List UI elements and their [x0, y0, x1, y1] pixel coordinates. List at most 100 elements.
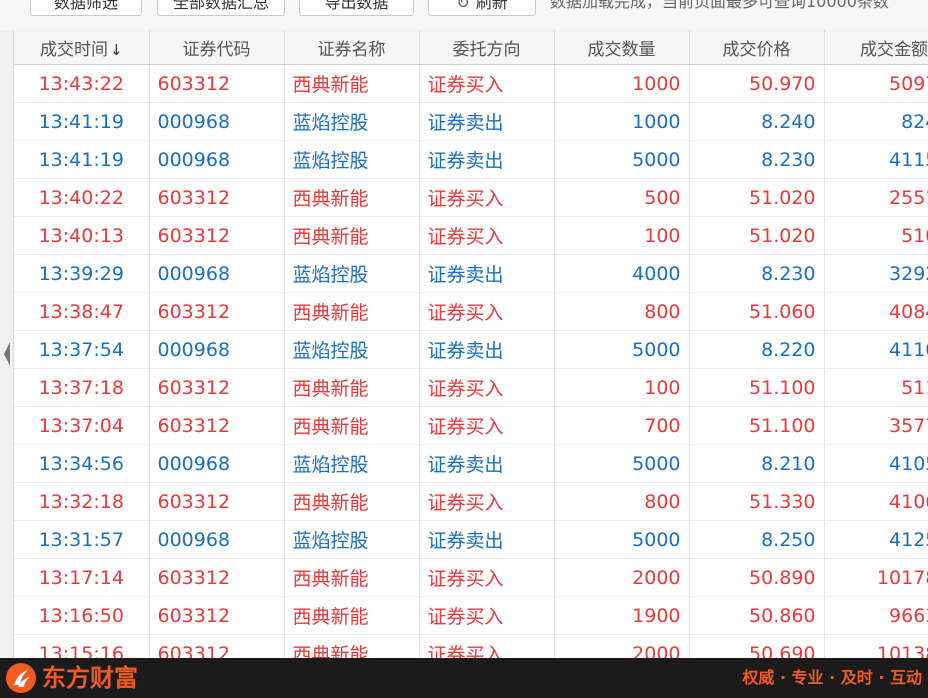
trade-time-cell: 13:17:14: [14, 558, 150, 597]
trade-amount-cell: 41050.: [824, 444, 928, 483]
trade-time-cell: 13:38:47: [14, 292, 150, 331]
security-name-cell: 西典新能: [284, 64, 420, 103]
table-row[interactable]: 13:15:16603312西典新能证券买入200050.690101380.: [14, 634, 928, 658]
table-row[interactable]: 13:37:54000968蓝焰控股证券卖出50008.22041100.: [14, 330, 928, 369]
security-code-cell: 603312: [149, 178, 285, 217]
trade-price-cell: 51.330: [689, 482, 825, 521]
toolbar: 数据筛选 全部数据汇总 导出数据 ↻ 刷新 数据加载完成，当前页面最多可查询100…: [0, 0, 928, 30]
security-name-cell: 西典新能: [284, 634, 420, 658]
trade-price-cell: 51.020: [689, 216, 825, 255]
trade-quantity-cell: 5000: [554, 444, 690, 483]
trade-time-cell: 13:41:19: [14, 140, 150, 179]
col-header-code[interactable]: 证券代码: [149, 30, 285, 65]
security-code-cell: 603312: [149, 216, 285, 255]
security-name-cell: 西典新能: [284, 292, 420, 331]
table-row[interactable]: 13:37:04603312西典新能证券买入70051.10035770.: [14, 406, 928, 445]
security-code-cell: 603312: [149, 596, 285, 635]
security-code-cell: 603312: [149, 558, 285, 597]
brand-name: 东方财富: [42, 664, 138, 692]
security-name-cell: 西典新能: [284, 406, 420, 445]
trade-time-cell: 13:40:13: [14, 216, 150, 255]
trade-quantity-cell: 2000: [554, 634, 690, 658]
trade-quantity-cell: 5000: [554, 140, 690, 179]
trade-time-cell: 13:34:56: [14, 444, 150, 483]
table-row[interactable]: 13:17:14603312西典新能证券买入200050.890101780.: [14, 558, 928, 597]
col-header-time[interactable]: 成交时间 ↓: [14, 30, 150, 65]
trade-price-cell: 8.220: [689, 330, 825, 369]
trade-amount-cell: 40848.: [824, 292, 928, 331]
table-row[interactable]: 13:37:18603312西典新能证券买入10051.1005110.: [14, 368, 928, 407]
order-direction-cell: 证券买入: [419, 596, 555, 635]
table-row[interactable]: 13:41:19000968蓝焰控股证券卖出10008.2408240.: [14, 102, 928, 141]
security-name-cell: 蓝焰控股: [284, 330, 420, 369]
trade-price-cell: 50.890: [689, 558, 825, 597]
col-header-amount[interactable]: 成交金额: [824, 30, 928, 65]
security-name-cell: 蓝焰控股: [284, 140, 420, 179]
order-direction-cell: 证券买入: [419, 178, 555, 217]
trade-amount-cell: 41250.: [824, 520, 928, 559]
security-code-cell: 603312: [149, 634, 285, 658]
order-direction-cell: 证券买入: [419, 558, 555, 597]
footer-bar: 东方财富 权威 · 专业 · 及时 · 互动: [0, 658, 928, 698]
security-code-cell: 000968: [149, 520, 285, 559]
trade-quantity-cell: 4000: [554, 254, 690, 293]
col-header-price[interactable]: 成交价格: [689, 30, 825, 65]
trade-time-cell: 13:40:22: [14, 178, 150, 217]
table-row[interactable]: 13:40:13603312西典新能证券买入10051.0205102.: [14, 216, 928, 255]
table-row[interactable]: 13:34:56000968蓝焰控股证券卖出50008.21041050.: [14, 444, 928, 483]
order-direction-cell: 证券买入: [419, 64, 555, 103]
col-header-quantity[interactable]: 成交数量: [554, 30, 690, 65]
table-row[interactable]: 13:39:29000968蓝焰控股证券卖出40008.23032920.: [14, 254, 928, 293]
trade-price-cell: 8.250: [689, 520, 825, 559]
order-direction-cell: 证券卖出: [419, 444, 555, 483]
security-code-cell: 000968: [149, 444, 285, 483]
trade-amount-cell: 41150.: [824, 140, 928, 179]
trade-amount-cell: 41100.: [824, 330, 928, 369]
security-code-cell: 000968: [149, 330, 285, 369]
trade-amount-cell: 25510.: [824, 178, 928, 217]
table-row[interactable]: 13:40:22603312西典新能证券买入50051.02025510.: [14, 178, 928, 217]
order-direction-cell: 证券卖出: [419, 330, 555, 369]
security-name-cell: 西典新能: [284, 368, 420, 407]
security-name-cell: 蓝焰控股: [284, 444, 420, 483]
data-filter-button[interactable]: 数据筛选: [30, 0, 142, 16]
export-data-button[interactable]: 导出数据: [299, 0, 414, 16]
trade-time-cell: 13:37:54: [14, 330, 150, 369]
security-name-cell: 西典新能: [284, 216, 420, 255]
trade-price-cell: 51.100: [689, 406, 825, 445]
security-name-cell: 蓝焰控股: [284, 102, 420, 141]
trade-quantity-cell: 5000: [554, 330, 690, 369]
security-code-cell: 603312: [149, 292, 285, 331]
table-row[interactable]: 13:31:57000968蓝焰控股证券卖出50008.25041250.: [14, 520, 928, 559]
order-direction-cell: 证券卖出: [419, 140, 555, 179]
summary-all-button[interactable]: 全部数据汇总: [157, 0, 285, 16]
trade-quantity-cell: 5000: [554, 520, 690, 559]
trade-time-cell: 13:31:57: [14, 520, 150, 559]
trade-time-cell: 13:37:18: [14, 368, 150, 407]
trade-amount-cell: 50970.: [824, 64, 928, 103]
table-row[interactable]: 13:32:18603312西典新能证券买入80051.33041064.: [14, 482, 928, 521]
table-row[interactable]: 13:38:47603312西典新能证券买入80051.06040848.: [14, 292, 928, 331]
trade-price-cell: 8.230: [689, 140, 825, 179]
security-name-cell: 西典新能: [284, 596, 420, 635]
trade-time-cell: 13:32:18: [14, 482, 150, 521]
security-code-cell: 000968: [149, 254, 285, 293]
trade-amount-cell: 101780.: [824, 558, 928, 597]
refresh-icon: ↻: [456, 0, 470, 12]
refresh-button[interactable]: ↻ 刷新: [428, 0, 536, 16]
table-row[interactable]: 13:41:19000968蓝焰控股证券卖出50008.23041150.: [14, 140, 928, 179]
trade-price-cell: 50.860: [689, 596, 825, 635]
order-direction-cell: 证券买入: [419, 292, 555, 331]
trade-price-cell: 51.020: [689, 178, 825, 217]
col-header-name[interactable]: 证券名称: [284, 30, 420, 65]
trade-quantity-cell: 2000: [554, 558, 690, 597]
table-row[interactable]: 13:16:50603312西典新能证券买入190050.86096634.: [14, 596, 928, 635]
collapse-arrow-icon[interactable]: [4, 342, 10, 366]
trade-price-cell: 50.970: [689, 64, 825, 103]
trade-time-cell: 13:41:19: [14, 102, 150, 141]
trade-time-cell: 13:39:29: [14, 254, 150, 293]
col-header-direction[interactable]: 委托方向: [419, 30, 555, 65]
table-row[interactable]: 13:43:22603312西典新能证券买入100050.97050970.: [14, 64, 928, 103]
security-name-cell: 蓝焰控股: [284, 254, 420, 293]
order-direction-cell: 证券卖出: [419, 254, 555, 293]
